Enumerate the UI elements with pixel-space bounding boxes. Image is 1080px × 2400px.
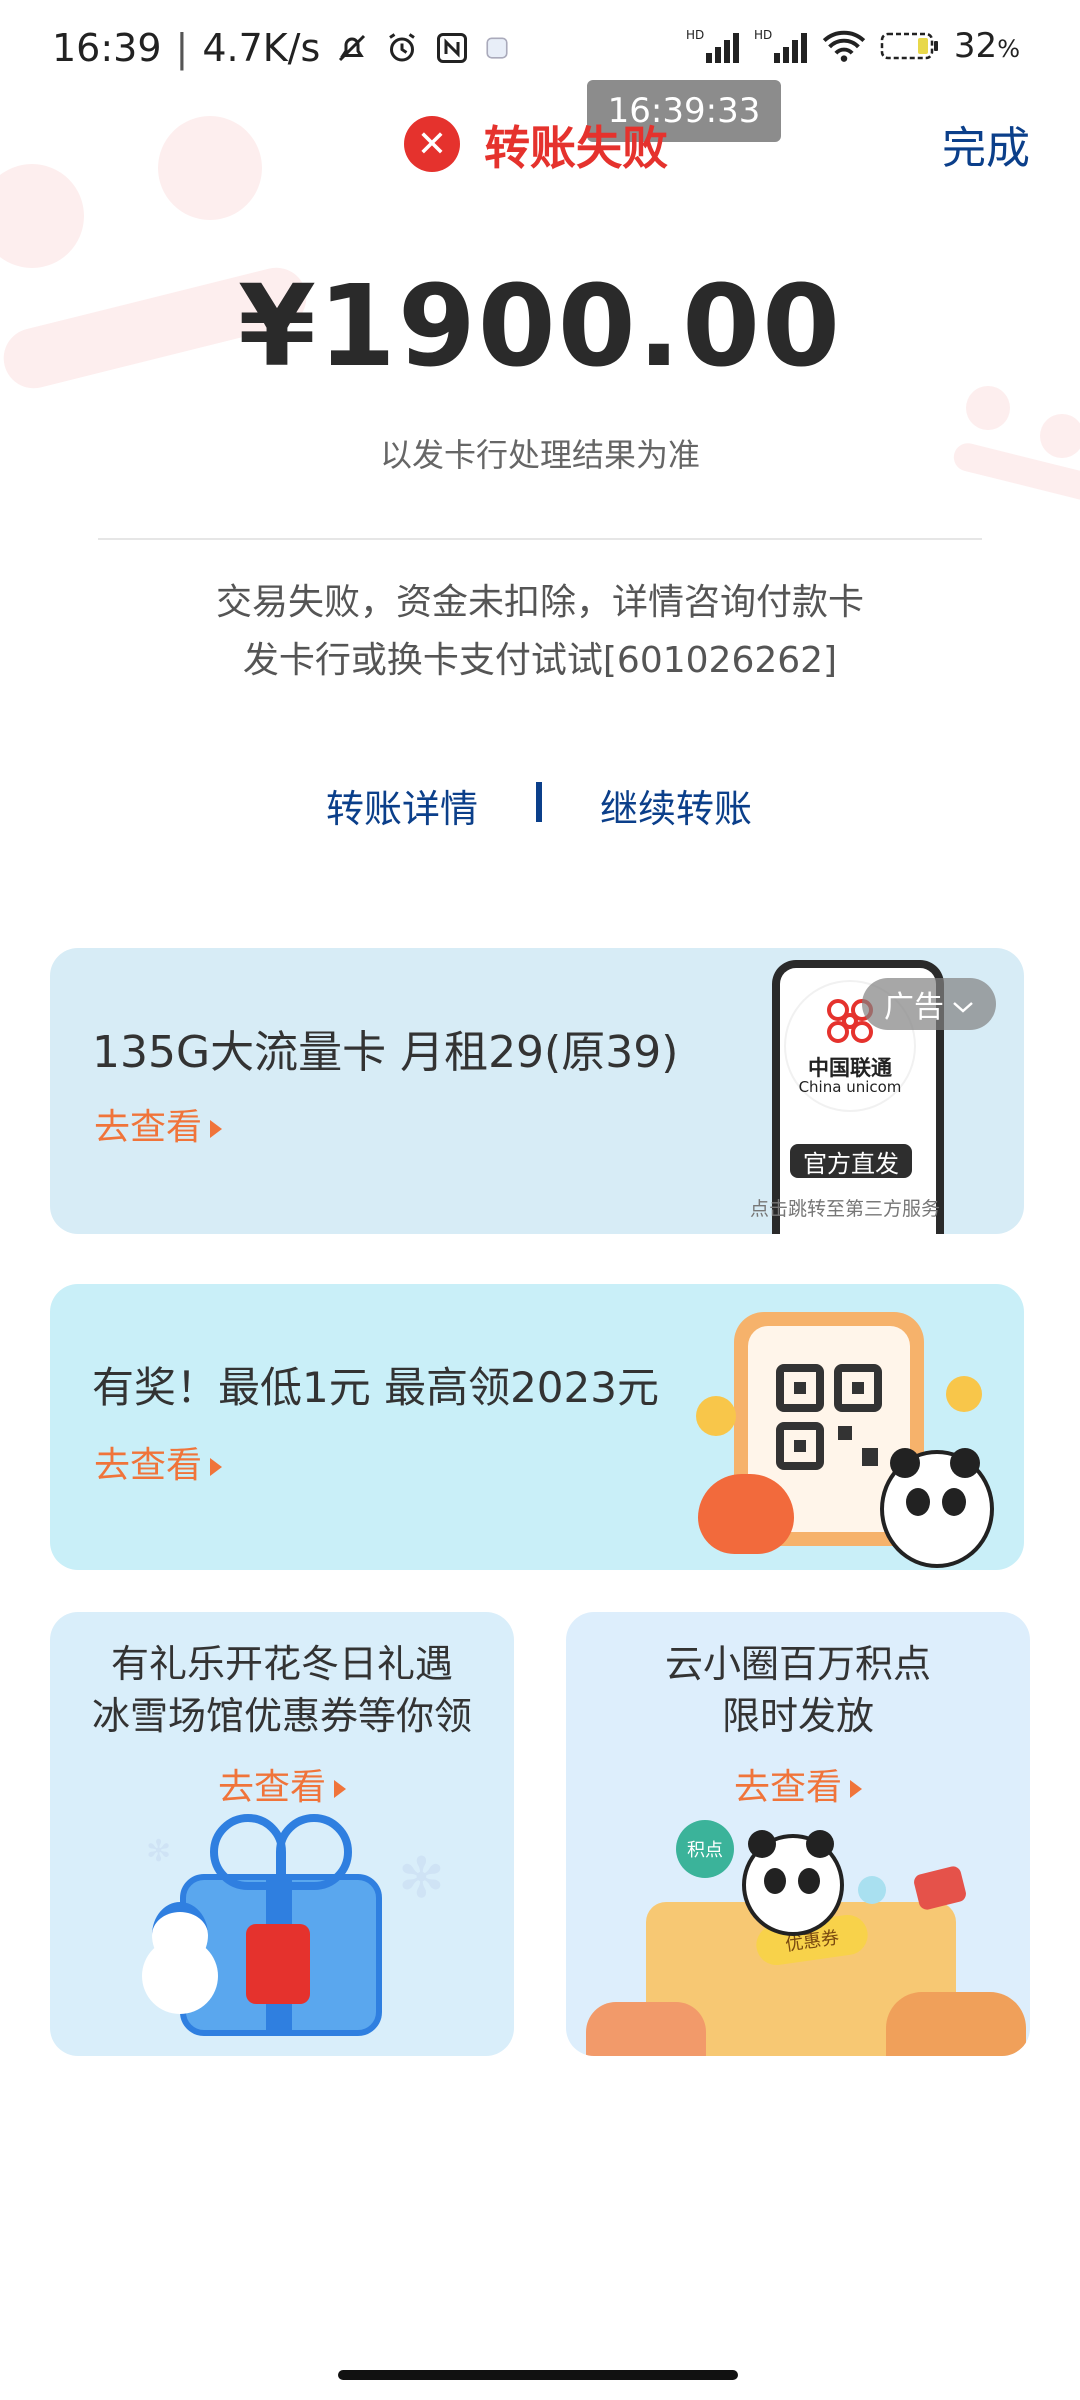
red-envelope-icon bbox=[912, 1864, 968, 1912]
status-bar-right: HD HD 32% bbox=[686, 26, 1020, 66]
nfc-icon bbox=[434, 30, 470, 66]
mute-bell-icon bbox=[334, 30, 370, 66]
transfer-detail-link[interactable]: 转账详情 bbox=[326, 778, 478, 833]
snowflake-icon: ✻ bbox=[398, 1846, 445, 1911]
status-separator: | bbox=[175, 26, 189, 70]
signal-hd-icon: HD bbox=[754, 27, 808, 65]
play-arrow-icon bbox=[210, 1120, 223, 1138]
status-bar: 16:39 | 4.7K/s HD HD 32% bbox=[0, 0, 1080, 100]
page-title: 转账失败 bbox=[484, 121, 668, 175]
divider bbox=[98, 538, 982, 540]
promo-card-points[interactable]: 云小圈百万积点 限时发放 去查看 积点 优惠券 bbox=[566, 1612, 1030, 2056]
ad-card-data-plan[interactable]: 135G大流量卡 月租29(原39) 去查看 中国联通 China unicom… bbox=[50, 948, 1024, 1234]
signal-hd-icon: HD bbox=[686, 27, 740, 65]
third-party-note: 点击跳转至第三方服务 bbox=[750, 1198, 941, 1220]
coin-icon bbox=[696, 1396, 736, 1436]
panda-mascot-icon bbox=[742, 1830, 844, 1936]
alarm-icon bbox=[384, 30, 420, 66]
wifi-icon bbox=[822, 28, 866, 64]
background-decor bbox=[158, 116, 262, 220]
status-time: 16:39 bbox=[52, 26, 162, 70]
panda-mascot-icon bbox=[880, 1448, 994, 1568]
gift-bow-icon bbox=[210, 1814, 286, 1890]
card-title-line: 冰雪场馆优惠券等你领 bbox=[91, 1694, 472, 1738]
card-title: 有奖！最低1元 最高领2023元 bbox=[92, 1363, 659, 1412]
failure-message-line: 发卡行或换卡支付试试[601026262] bbox=[242, 640, 838, 681]
card-title: 云小圈百万积点 限时发放 bbox=[566, 1638, 1030, 1742]
app-notification-icon bbox=[484, 35, 510, 61]
card-title-line: 云小圈百万积点 bbox=[664, 1642, 931, 1686]
promo-card-prize[interactable]: 有奖！最低1元 最高领2023元 去查看 bbox=[50, 1284, 1024, 1570]
play-arrow-icon bbox=[210, 1458, 223, 1476]
done-button[interactable]: 完成 bbox=[942, 112, 1030, 176]
snowflake-icon: ✻ bbox=[146, 1834, 172, 1869]
link-separator bbox=[536, 782, 542, 822]
view-cta[interactable]: 去查看 bbox=[566, 1758, 1030, 1810]
transfer-amount: ¥1900.00 bbox=[237, 262, 843, 392]
bubble-icon bbox=[858, 1876, 886, 1904]
issuer-note: 以发卡行处理结果为准 bbox=[379, 436, 700, 474]
card-title-line: 限时发放 bbox=[721, 1694, 874, 1738]
battery-icon bbox=[880, 30, 940, 62]
play-arrow-icon bbox=[850, 1780, 862, 1798]
failure-message-line: 交易失败，资金未扣除，详情咨询付款卡 bbox=[215, 582, 864, 623]
background-decor bbox=[0, 164, 84, 268]
card-title: 有礼乐开花冬日礼遇 冰雪场馆优惠券等你领 bbox=[50, 1638, 514, 1742]
play-arrow-icon bbox=[334, 1780, 346, 1798]
close-circle-icon: ✕ bbox=[404, 116, 460, 172]
promo-card-winter-gift[interactable]: 有礼乐开花冬日礼遇 冰雪场馆优惠券等你领 去查看 ✻ ✻ bbox=[50, 1612, 514, 2056]
gift-bow-icon bbox=[276, 1814, 352, 1890]
chevron-down-icon bbox=[952, 987, 974, 1022]
network-speed: 4.7K/s bbox=[202, 26, 321, 70]
svg-text:HD: HD bbox=[686, 28, 704, 42]
failure-message: 交易失败，资金未扣除，详情咨询付款卡 发卡行或换卡支付试试[601026262] bbox=[120, 574, 960, 690]
crowd-illustration bbox=[586, 2002, 706, 2056]
status-bar-left: 16:39 | 4.7K/s bbox=[52, 26, 510, 70]
battery-percent: 32% bbox=[953, 26, 1020, 66]
brand-name-en: China unicom bbox=[798, 1078, 902, 1096]
view-cta[interactable]: 去查看 bbox=[94, 1436, 223, 1488]
coin-icon bbox=[946, 1376, 982, 1412]
points-sticker: 积点 bbox=[676, 1820, 734, 1878]
qr-code-icon bbox=[776, 1364, 882, 1470]
official-tag: 官方直发 bbox=[790, 1144, 912, 1178]
fish-mascot-icon bbox=[698, 1474, 794, 1554]
svg-text:HD: HD bbox=[754, 28, 772, 42]
continue-transfer-link[interactable]: 继续转账 bbox=[600, 778, 752, 833]
ad-badge[interactable]: 广告 bbox=[862, 978, 996, 1030]
crowd-illustration bbox=[886, 1992, 1026, 2056]
snowman-head-icon bbox=[152, 1902, 208, 1968]
view-cta[interactable]: 去查看 bbox=[50, 1758, 514, 1810]
background-decor bbox=[966, 386, 1010, 430]
home-indicator[interactable] bbox=[338, 2370, 738, 2380]
view-cta[interactable]: 去查看 bbox=[94, 1098, 223, 1150]
card-title-line: 有礼乐开花冬日礼遇 bbox=[110, 1642, 453, 1686]
card-title: 135G大流量卡 月租29(原39) bbox=[92, 1027, 679, 1078]
